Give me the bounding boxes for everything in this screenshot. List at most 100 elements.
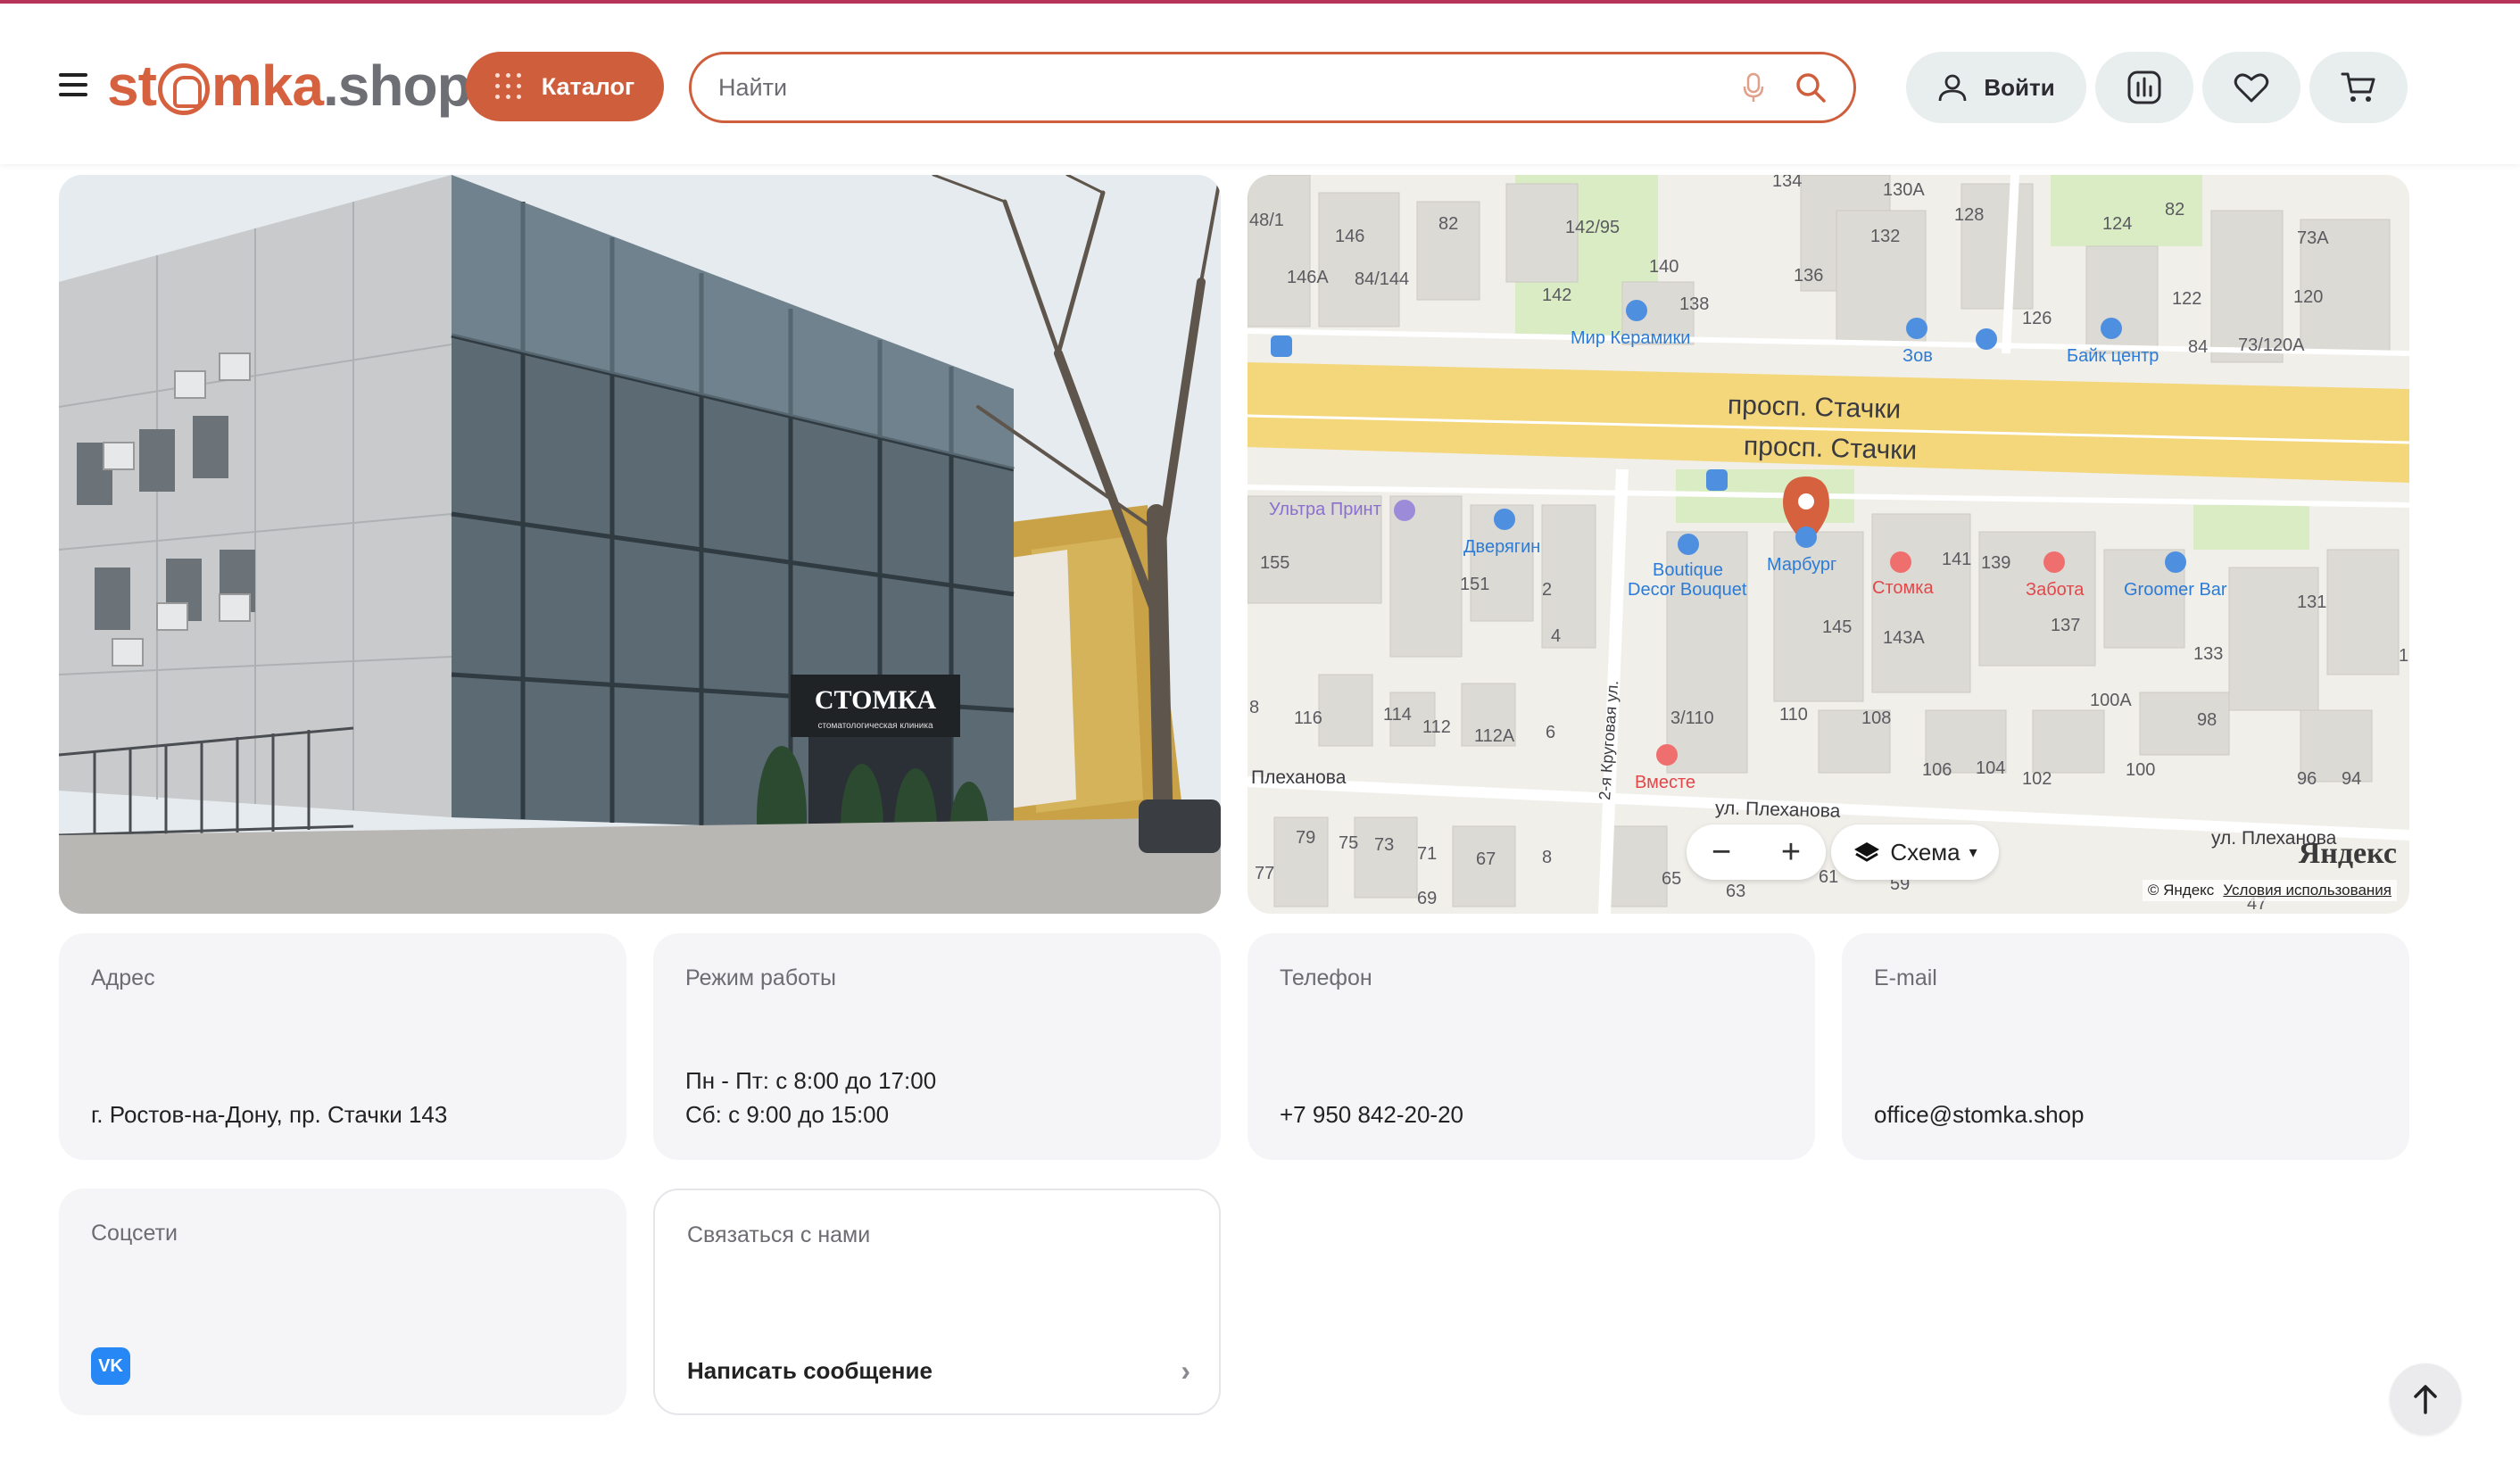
poi-label[interactable]: Стомка [1872,578,1934,599]
search-input[interactable] [718,73,1712,102]
map-zoom-control: − + [1687,824,1826,880]
hours-saturday: Сб: с 9:00 до 15:00 [685,1101,890,1128]
email-value[interactable]: office@stomka.shop [1874,1098,2084,1131]
card-label: E-mail [1874,965,1937,990]
arrow-up-icon [2414,1385,2437,1414]
house-number: 130A [1883,180,1925,200]
microphone-icon[interactable] [1737,70,1770,105]
house-number: 131 [2297,592,2327,612]
cart-icon [2341,72,2375,102]
store-sign-text: СТОМКА [815,685,937,715]
chevron-right-icon: › [1181,1354,1190,1387]
house-number: 82 [2165,200,2185,220]
menu-burger-icon[interactable] [59,73,87,96]
yandex-logo: Яндекс [2298,837,2397,870]
scroll-to-top-button[interactable] [2390,1363,2461,1435]
poi-label[interactable]: Зов [1902,346,1933,367]
poi-label[interactable]: Ультра Принт [1269,500,1381,520]
house-number: 114 [1383,705,1412,725]
house-number: 12 [2399,646,2409,666]
catalog-button-label: Каталог [541,72,635,100]
hours-weekdays: Пн - Пт: с 8:00 до 17:00 [685,1067,937,1094]
house-number: 73A [2297,228,2329,248]
house-number: 84/144 [1355,269,1410,289]
house-number: 2 [1542,580,1553,600]
house-number: 155 [1260,553,1290,573]
map-layer-button[interactable]: Схема ▾ [1831,824,1999,880]
favorites-button[interactable] [2202,52,2300,123]
zoom-out-button[interactable]: − [1695,835,1748,869]
user-icon [1938,74,1967,102]
grid-dots-icon [494,73,522,100]
house-number: 133 [2193,644,2224,664]
house-number: 143A [1883,628,1925,648]
house-number: 84 [2188,337,2209,357]
house-number: 112 [1422,717,1451,737]
house-number: 122 [2172,289,2202,309]
house-number: 132 [1870,227,1901,246]
house-number: 120 [2293,287,2324,307]
house-number: 96 [2297,769,2317,789]
poi-label[interactable]: Groomer Bar [2124,580,2227,601]
layers-icon [1854,842,1880,862]
poi-label[interactable]: Вместе [1635,773,1695,793]
poi-label[interactable]: Boutique [1653,560,1723,581]
house-number: 106 [1922,760,1952,780]
house-number: 128 [1954,205,1985,225]
cart-button[interactable] [2309,52,2408,123]
phone-value[interactable]: +7 950 842-20-20 [1280,1098,1463,1131]
contact-card: Связаться с нами Написать сообщение › [653,1189,1221,1415]
yandex-map[interactable]: просп. Стачки просп. Стачки ул. Плеханов… [1248,175,2409,914]
house-number: 79 [1296,828,1316,848]
house-number: 75 [1339,833,1359,853]
map-layer-label: Схема [1890,838,1960,866]
write-message-link[interactable]: Написать сообщение › [687,1354,1190,1388]
house-number: 126 [2022,309,2052,328]
house-number: 124 [2102,214,2133,234]
house-number: 8 [1249,698,1260,717]
house-number: 77 [1255,864,1275,883]
poi-label[interactable]: Забота [2026,580,2084,601]
street-label: ул. Плеханова [1714,798,1841,822]
house-number: 8 [1542,848,1553,867]
login-button-label: Войти [1984,73,2055,101]
house-number: 48/1 [1249,211,1284,230]
poi-label[interactable]: Мир Керамики [1571,328,1690,349]
poi-label[interactable]: Дверягин [1463,537,1540,558]
house-number: 73/120A [2238,336,2305,355]
heart-icon [2234,73,2269,103]
search-icon[interactable] [1795,70,1827,105]
site-logo[interactable]: st mka .shop [107,50,472,121]
house-number: 145 [1822,617,1853,637]
house-number: 141 [1942,550,1972,569]
poi-label[interactable]: Марбург [1767,555,1836,576]
logo-text-st: st [107,54,157,118]
address-value: г. Ростов-на-Дону, пр. Стачки 143 [91,1101,448,1128]
card-label: Режим работы [685,965,836,990]
vk-icon[interactable]: VK [91,1347,130,1385]
store-photo: СТОМКА стоматологическая клиника [59,175,1221,914]
card-label: Связаться с нами [687,1222,871,1247]
dropdown-triangle-icon: ▾ [1969,842,1977,861]
poi-label[interactable]: Decor Bouquet [1628,580,1746,601]
login-button[interactable]: Войти [1906,52,2086,123]
house-number: 73 [1374,835,1395,855]
house-number: 6 [1546,723,1556,742]
email-card: E-mail office@stomka.shop [1842,933,2409,1160]
poi-label[interactable]: Байк центр [2067,346,2159,367]
house-number: 142/95 [1565,218,1621,237]
house-number: 110 [1779,705,1808,725]
terms-link[interactable]: Условия использования [2223,882,2392,899]
catalog-button[interactable]: Каталог [466,52,664,121]
house-number: 108 [1861,708,1892,728]
house-number: 3/110 [1670,708,1714,728]
compare-button[interactable] [2095,52,2193,123]
house-number: 69 [1417,889,1438,908]
street-label: просп. Стачки [1743,431,1918,466]
zoom-in-button[interactable]: + [1764,835,1818,869]
house-number: 146 [1335,227,1365,246]
house-number: 63 [1726,882,1746,901]
social-card: Соцсети VK [59,1189,626,1415]
address-card: Адрес г. Ростов-на-Дону, пр. Стачки 143 [59,933,626,1160]
house-number: 100 [2126,760,2156,780]
